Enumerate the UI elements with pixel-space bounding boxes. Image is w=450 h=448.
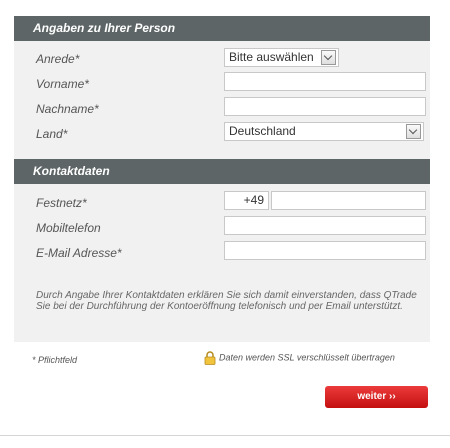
lock-icon — [204, 351, 216, 365]
consent-note: Durch Angabe Ihrer Kontaktdaten erklären… — [36, 290, 417, 312]
firstname-field[interactable] — [224, 72, 426, 91]
lastname-label: Nachname* — [36, 102, 99, 116]
lastname-field[interactable] — [224, 97, 426, 116]
salutation-label: Anrede* — [36, 52, 80, 66]
landline-prefix: +49 — [224, 191, 269, 210]
chevron-down-icon — [406, 124, 421, 139]
chevron-down-icon — [321, 50, 336, 65]
landline-label: Festnetz* — [36, 196, 87, 210]
country-value: Deutschland — [229, 124, 296, 138]
firstname-label: Vorname* — [36, 77, 89, 91]
mobile-label: Mobiltelefon — [36, 221, 101, 235]
required-hint: * Pflichtfeld — [32, 355, 78, 365]
divider — [0, 435, 450, 436]
country-label: Land* — [36, 127, 68, 141]
section-header-personal: Angaben zu Ihrer Person — [14, 16, 430, 41]
next-button[interactable]: weiter ›› — [325, 386, 428, 408]
mobile-field[interactable] — [224, 216, 426, 235]
salutation-select[interactable]: Bitte auswählen — [224, 48, 339, 67]
landline-field[interactable] — [271, 191, 426, 210]
ssl-text: Daten werden SSL verschlüsselt übertrage… — [219, 352, 395, 363]
email-field[interactable] — [224, 241, 426, 260]
email-label: E-Mail Adresse* — [36, 246, 122, 260]
ssl-notice: Daten werden SSL verschlüsselt übertrage… — [204, 351, 395, 365]
country-select[interactable]: Deutschland — [224, 122, 424, 141]
salutation-value: Bitte auswählen — [229, 50, 314, 64]
section-header-contact: Kontaktdaten — [14, 159, 430, 184]
